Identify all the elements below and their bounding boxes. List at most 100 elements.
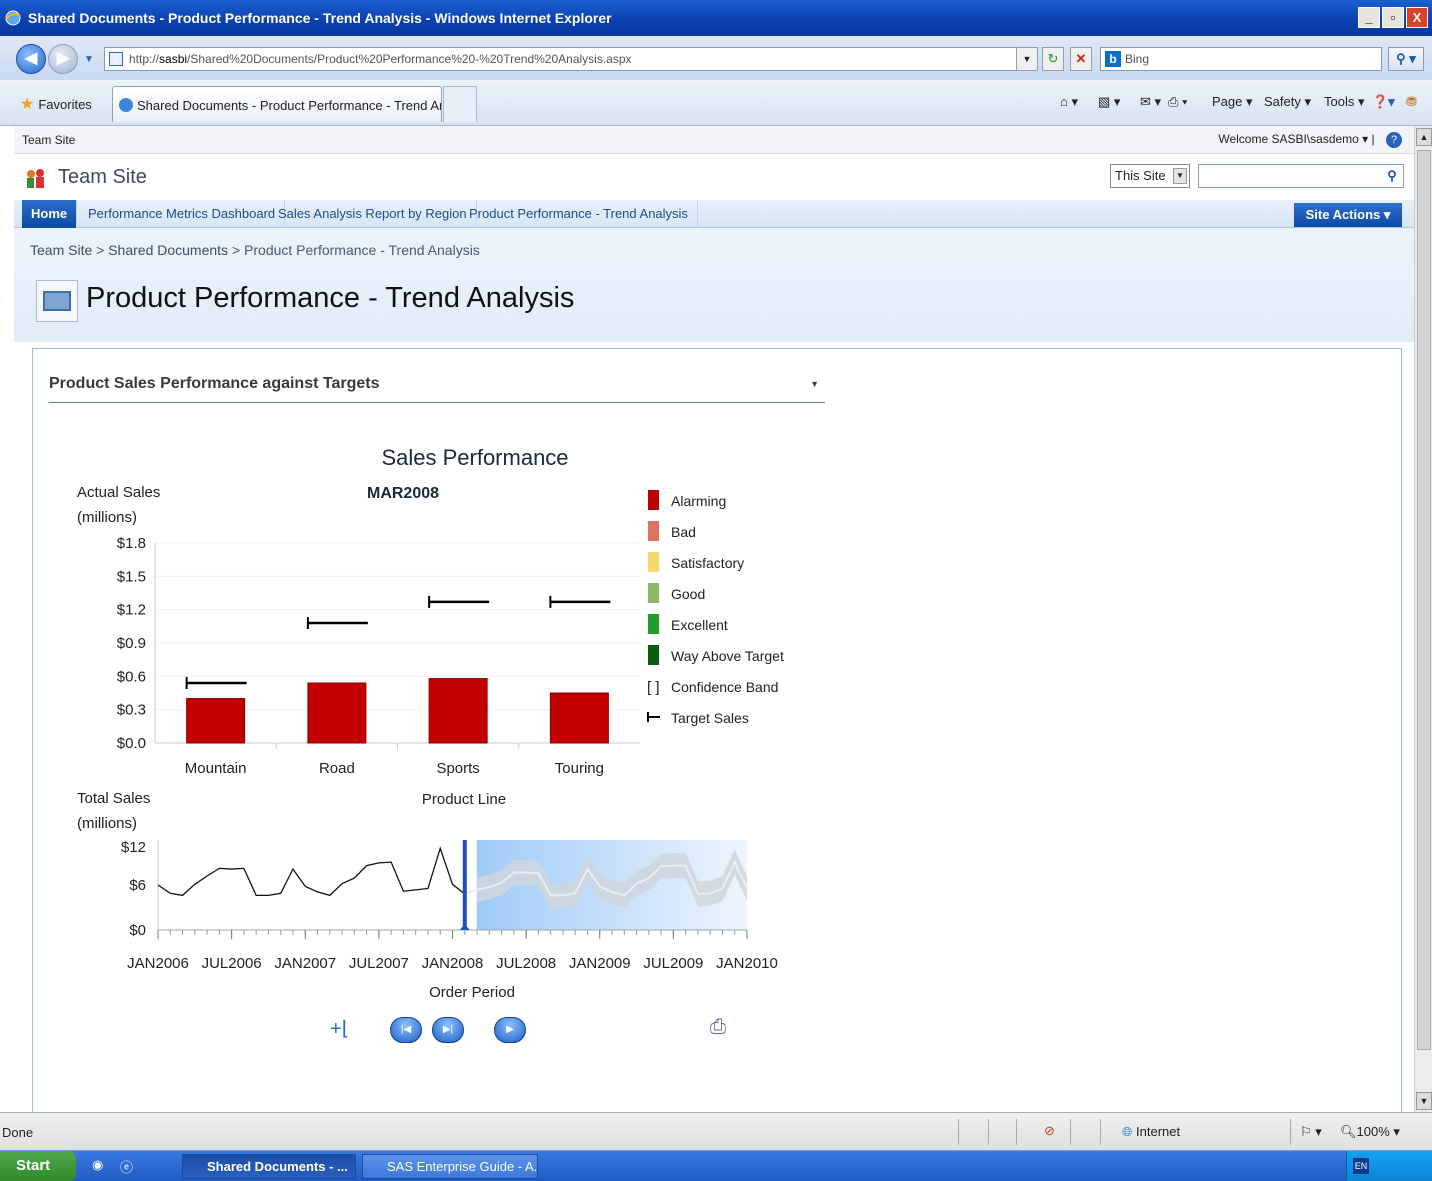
help-icon[interactable]: ❓▾ <box>1372 94 1395 110</box>
trend-y-tick-label: $0 <box>129 922 146 939</box>
url-prefix: http:// <box>129 52 160 66</box>
chevron-down-icon: ▼ <box>1173 168 1187 184</box>
search-placeholder: Bing <box>1125 52 1150 66</box>
site-logo-icon <box>24 166 48 190</box>
tools-menu[interactable]: Tools ▾ <box>1324 94 1365 110</box>
trend-y-axis-label: (millions) <box>77 815 137 832</box>
home-icon[interactable]: ⌂ ▾ <box>1060 94 1078 110</box>
system-tray: EN <box>1346 1151 1432 1181</box>
trend-y-tick-label: $6 <box>129 877 146 894</box>
protected-mode-icon[interactable]: ⚐ ▾ <box>1300 1124 1322 1140</box>
windows-taskbar: Start ◉ ⓔ Shared Documents - ... SAS Ent… <box>0 1150 1432 1181</box>
print-icon[interactable]: ⎙ ▾ <box>1168 94 1187 110</box>
step-forward-button[interactable]: ▶| <box>432 1017 464 1043</box>
welcome-menu[interactable]: Welcome SASBI\sasdemo ▾ | ? <box>1218 132 1402 148</box>
search-input[interactable]: b Bing <box>1100 47 1382 71</box>
nav-tab-product-performance[interactable]: Product Performance - Trend Analysis <box>460 200 698 228</box>
trend-x-tick-label: JUL2009 <box>643 955 703 972</box>
start-button[interactable]: Start <box>0 1151 76 1181</box>
x-axis-label: Product Line <box>422 791 506 808</box>
play-button[interactable]: ▶ <box>494 1017 526 1043</box>
page-scrollbar[interactable]: ▲ ▼ <box>1414 126 1432 1112</box>
task-sas-enterprise-guide[interactable]: SAS Enterprise Guide - A... <box>362 1154 538 1179</box>
site-header: Team Site This Site ▼ ⚲ <box>14 154 1414 200</box>
nav-tab-home[interactable]: Home <box>22 200 78 228</box>
globe-icon: 🌐︎ <box>1122 1124 1133 1139</box>
add-marker-icon[interactable]: +⌊ <box>330 1016 349 1041</box>
feeds-icon[interactable]: ▧ ▾ <box>1098 94 1120 110</box>
task-shared-documents[interactable]: Shared Documents - ... <box>182 1154 356 1179</box>
language-indicator[interactable]: EN <box>1353 1158 1369 1174</box>
favorites-button[interactable]: ★ Favorites <box>20 94 92 114</box>
maximize-button[interactable]: ▫ <box>1382 7 1404 28</box>
trend-y-axis-label: Total Sales <box>77 790 150 807</box>
research-icon[interactable]: ⛃ <box>1406 94 1417 110</box>
url-host: sasbi <box>159 52 188 66</box>
scroll-down-icon[interactable]: ▼ <box>1416 1092 1432 1110</box>
refresh-icon[interactable]: ↻ <box>1042 47 1064 71</box>
bing-icon: b <box>1105 51 1121 67</box>
close-button[interactable]: X <box>1406 7 1428 28</box>
quick-launch-ie-icon[interactable]: ⓔ <box>120 1157 133 1176</box>
nav-tab-sales-analysis[interactable]: Sales Analysis Report by Region <box>269 200 477 228</box>
new-tab-button[interactable] <box>443 86 477 122</box>
web-part-menu-icon[interactable]: ▼ <box>810 379 819 389</box>
recent-pages-dropdown-icon[interactable]: ▼ <box>84 54 94 65</box>
address-dropdown-icon[interactable]: ▼ <box>1016 47 1038 71</box>
actual-sales-line <box>157 846 466 897</box>
task-label-sas-enterprise-guide: SAS Enterprise Guide - A... <box>387 1159 538 1174</box>
legend-label: Alarming <box>671 493 726 509</box>
zoom-level[interactable]: 🔍︎100% ▾ <box>1340 1124 1400 1140</box>
breadcrumb-team-site[interactable]: Team Site <box>30 242 92 258</box>
site-actions-button[interactable]: Site Actions ▾ <box>1294 203 1402 227</box>
y-tick-label: $0.9 <box>117 635 146 652</box>
sales-performance-chart: Sales Performance MAR2008 Actual Sales (mil… <box>77 445 784 1001</box>
y-axis-label: Actual Sales <box>77 484 160 501</box>
page-menu[interactable]: Page ▾ <box>1212 94 1253 110</box>
zone-label: Internet <box>1136 1124 1181 1139</box>
help-icon-sp[interactable]: ? <box>1386 132 1402 148</box>
search-icon[interactable]: ⚲ ▾ <box>1388 47 1424 71</box>
trend-x-tick-label: JAN2007 <box>274 955 336 972</box>
global-site-link[interactable]: Team Site <box>22 133 75 147</box>
global-bar: Team Site Welcome SASBI\sasdemo ▾ | ? <box>14 126 1414 154</box>
safety-menu[interactable]: Safety ▾ <box>1264 94 1311 110</box>
scroll-up-icon[interactable]: ▲ <box>1416 128 1432 146</box>
security-zone: 🌐︎ Internet <box>1122 1124 1180 1140</box>
stop-icon[interactable]: ✕ <box>1070 47 1092 71</box>
scope-label: This Site <box>1115 168 1166 183</box>
site-search-input[interactable]: ⚲ <box>1198 164 1404 188</box>
step-back-button[interactable]: |◀ <box>390 1017 422 1043</box>
search-scope-select[interactable]: This Site ▼ <box>1110 164 1190 188</box>
url-path: /Shared%20Documents/Product%20Performanc… <box>187 52 632 66</box>
search-go-icon[interactable]: ⚲ <box>1381 165 1403 187</box>
address-bar[interactable]: http://sasbi/Shared%20Documents/Product%… <box>104 47 1032 71</box>
minimize-button[interactable]: _ <box>1358 7 1380 28</box>
trend-x-tick-label: JAN2010 <box>716 955 778 972</box>
scroll-thumb[interactable] <box>1417 150 1431 1050</box>
page-icon <box>109 52 123 66</box>
bar-road <box>307 682 367 744</box>
nav-tab-metrics-dashboard[interactable]: Performance Metrics Dashboard <box>79 200 286 228</box>
mail-icon[interactable]: ✉ ▾ <box>1140 94 1161 110</box>
print-chart-icon[interactable]: ⎙ <box>710 1016 726 1039</box>
popup-blocker-icon[interactable]: ⊘ <box>1044 1123 1055 1139</box>
y-tick-label: $1.5 <box>117 568 146 585</box>
site-title[interactable]: Team Site <box>58 166 147 189</box>
window-title-bar: Shared Documents - Product Performance -… <box>0 0 1432 36</box>
site-actions-label: Site Actions <box>1305 207 1381 222</box>
legend-swatch <box>648 552 659 572</box>
back-button[interactable]: ◀ <box>16 44 46 74</box>
y-tick-label: $1.2 <box>117 602 146 619</box>
forward-button[interactable]: ▶ <box>48 44 78 74</box>
breadcrumb-shared-documents[interactable]: Shared Documents <box>108 242 228 258</box>
task-label-shared-documents: Shared Documents - ... <box>207 1159 348 1174</box>
legend-label: Confidence Band <box>671 679 778 695</box>
browser-tab[interactable]: Shared Documents - Product Performance -… <box>112 86 442 122</box>
welcome-label: Welcome SASBI\sasdemo <box>1218 132 1359 147</box>
trend-y-tick-label: $12 <box>121 839 146 856</box>
quick-launch-icon[interactable]: ◉ <box>92 1157 103 1173</box>
y-tick-label: $1.8 <box>117 535 146 552</box>
legend-label: Excellent <box>671 617 728 633</box>
legend-swatch <box>648 490 659 510</box>
